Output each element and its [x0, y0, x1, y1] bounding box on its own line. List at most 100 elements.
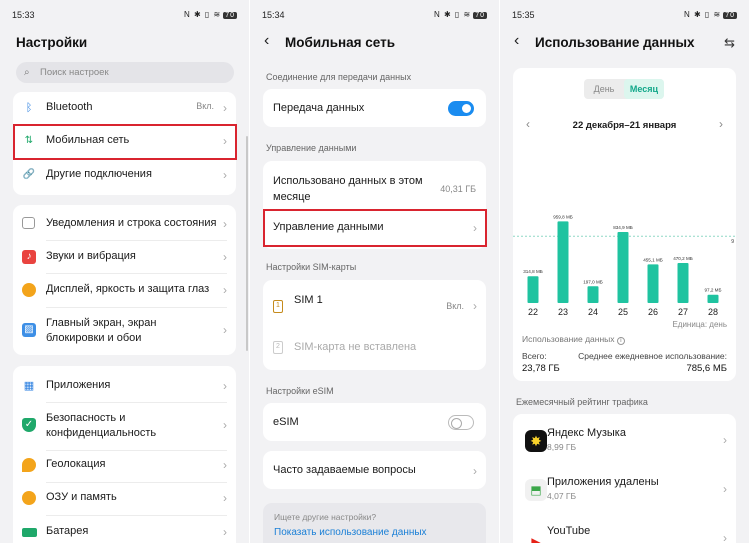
search-input[interactable]: ⌕ Поиск настроек	[16, 62, 234, 83]
status-bar: 15:35 N ✱ ▯ ≋ 70	[512, 10, 737, 24]
memory-icon	[22, 491, 36, 505]
faq-label: Часто задаваемые вопросы	[273, 464, 416, 476]
location-icon	[22, 458, 36, 472]
chevron-right-icon: ›	[223, 217, 227, 231]
settings-item-label: ОЗУ и память	[46, 491, 117, 503]
data-transfer-label: Передача данных	[273, 102, 365, 114]
usage-label: Использование данных i	[522, 334, 625, 345]
chart-bar	[617, 232, 629, 303]
battery-indicator: 70	[223, 12, 237, 19]
sound-icon: ♪	[22, 250, 36, 264]
shield-icon: ✓	[22, 418, 36, 432]
battery-indicator: 70	[723, 12, 737, 19]
page-title: Использование данных	[535, 35, 695, 50]
settings-item-other-connections[interactable]: 🔗 Другие подключения ›	[13, 168, 236, 184]
chevron-right-icon: ›	[223, 250, 227, 264]
settings-item-display[interactable]: Дисплей, яркость и защита глаз ›	[13, 283, 236, 299]
bar-data-label: 959,8 МБ	[553, 214, 573, 219]
settings-item-label: блокировки и обои	[46, 332, 142, 344]
esim-row[interactable]: eSIM	[263, 403, 486, 441]
sim-settings-group: 1 SIM 1 Вкл. › 2 SIM-карта не вставлена	[263, 280, 486, 370]
settings-item-label: Другие подключения	[46, 168, 152, 180]
chevron-right-icon: ›	[223, 379, 227, 393]
usage-chart-card: День Месяц ‹ 22 декабря–21 января › 314,…	[513, 68, 736, 381]
chevron-right-icon: ›	[223, 418, 227, 432]
bar-data-label: 97,2 МБ	[704, 288, 721, 293]
avg-label: Среднее ежедневное использование:	[578, 351, 727, 361]
traffic-rating-list: ✸ Яндекс Музыка 8,99 ГБ › ⬒ Приложения у…	[513, 414, 736, 543]
x-tick-label: 22	[528, 307, 538, 317]
chevron-right-icon: ›	[223, 491, 227, 505]
show-usage-link[interactable]: Показать использование данных	[274, 527, 427, 538]
status-icons: N ✱ ▯ ≋	[683, 10, 722, 19]
search-placeholder: Поиск настроек	[40, 67, 109, 78]
info-icon[interactable]: i	[616, 337, 625, 345]
settings-item-bluetooth[interactable]: ᛒ Bluetooth Вкл. ›	[13, 101, 236, 117]
settings-item-apps[interactable]: ▦ Приложения ›	[13, 379, 236, 395]
settings-item-notifications[interactable]: Уведомления и строка состояния ›	[13, 217, 236, 233]
x-tick-label: 28	[708, 307, 718, 317]
settings-item-location[interactable]: Геолокация ›	[13, 458, 236, 474]
chevron-right-icon: ›	[223, 323, 227, 337]
status-time: 15:35	[512, 10, 535, 20]
chevron-right-icon: ›	[723, 482, 727, 496]
sim2-row: 2 SIM-карта не вставлена	[263, 341, 486, 357]
faq-row[interactable]: Часто задаваемые вопросы ›	[263, 451, 486, 489]
list-item[interactable]: ▶ YouTube ›	[513, 523, 736, 543]
chart-bar	[527, 276, 539, 303]
settings-item-label: Уведомления и строка состояния	[46, 217, 217, 229]
chart-unit-note: Единица: день	[672, 320, 727, 329]
data-transfer-toggle[interactable]	[448, 101, 474, 116]
list-item[interactable]: ✸ Яндекс Музыка 8,99 ГБ ›	[513, 425, 736, 459]
status-icons: N ✱ ▯ ≋	[433, 10, 472, 19]
bar-data-label: 314,8 МБ	[523, 269, 543, 274]
chevron-right-icon: ›	[473, 299, 477, 313]
chart-bar	[677, 263, 689, 303]
highlight-box	[13, 124, 237, 160]
bar-data-label: 455,1 МБ	[643, 257, 663, 262]
bluetooth-icon: ᛒ	[25, 102, 33, 114]
settings-item-label: Геолокация	[46, 458, 106, 470]
settings-item-home-screen[interactable]: ▨ Главный экран, экран блокировки и обои …	[13, 316, 236, 346]
bar-data-label: 197,0 МБ	[583, 279, 603, 284]
bar-data-label: 834,9 МБ	[613, 225, 633, 230]
app-name: Приложения удалены	[547, 476, 659, 488]
search-icon: ⌕	[24, 67, 30, 78]
settings-item-memory[interactable]: ОЗУ и память ›	[13, 491, 236, 507]
status-bar: 15:33 N ✱ ▯ ≋ 70	[12, 10, 237, 24]
sim1-row[interactable]: 1 SIM 1 Вкл. ›	[263, 294, 486, 324]
battery-icon	[22, 528, 37, 537]
settings-item-security[interactable]: ✓ Безопасность и конфиденциальность ›	[13, 411, 236, 441]
scrollbar[interactable]	[246, 136, 248, 351]
list-item[interactable]: ⬒ Приложения удалены 4,07 ГБ ›	[513, 474, 736, 508]
x-tick-label: 26	[648, 307, 658, 317]
total-label: Всего:	[522, 351, 547, 361]
chart-bar	[707, 294, 719, 303]
esim-toggle[interactable]	[448, 415, 474, 430]
back-button[interactable]: ‹	[514, 32, 519, 50]
bar-data-label: 9	[731, 239, 734, 245]
data-used-label: Использовано данных в этом	[273, 175, 423, 187]
highlight-box	[263, 209, 487, 247]
display-group: Уведомления и строка состояния › ♪ Звуки…	[13, 205, 236, 355]
settings-item-label: Приложения	[46, 379, 111, 391]
status-bar: 15:34 N ✱ ▯ ≋ 70	[262, 10, 487, 24]
chart-bar	[647, 264, 659, 303]
data-transfer-row[interactable]: Передача данных	[263, 89, 486, 127]
battery-indicator: 70	[473, 12, 487, 19]
mobile-network-screen: 15:34 N ✱ ▯ ≋ 70 ‹ Мобильная сеть Соедине…	[250, 0, 499, 543]
data-used-row[interactable]: Использовано данных в этом месяце 40,31 Г…	[263, 173, 486, 203]
settings-item-battery[interactable]: Батарея ›	[13, 525, 236, 541]
x-tick-label: 25	[618, 307, 628, 317]
link-icon: 🔗	[22, 169, 36, 180]
settings-item-sounds[interactable]: ♪ Звуки и вибрация ›	[13, 250, 236, 266]
back-button[interactable]: ‹	[264, 32, 269, 50]
filter-icon[interactable]: ⇆	[724, 35, 735, 51]
chevron-right-icon: ›	[223, 168, 227, 182]
settings-item-label: конфиденциальность	[46, 427, 157, 439]
data-used-label: месяце	[273, 191, 311, 203]
app-usage: 8,99 ГБ	[547, 442, 577, 452]
chevron-right-icon: ›	[223, 283, 227, 297]
page-title: Настройки	[16, 35, 88, 50]
data-usage-screen: 15:35 N ✱ ▯ ≋ 70 ‹ Использование данных ⇆…	[500, 0, 749, 543]
